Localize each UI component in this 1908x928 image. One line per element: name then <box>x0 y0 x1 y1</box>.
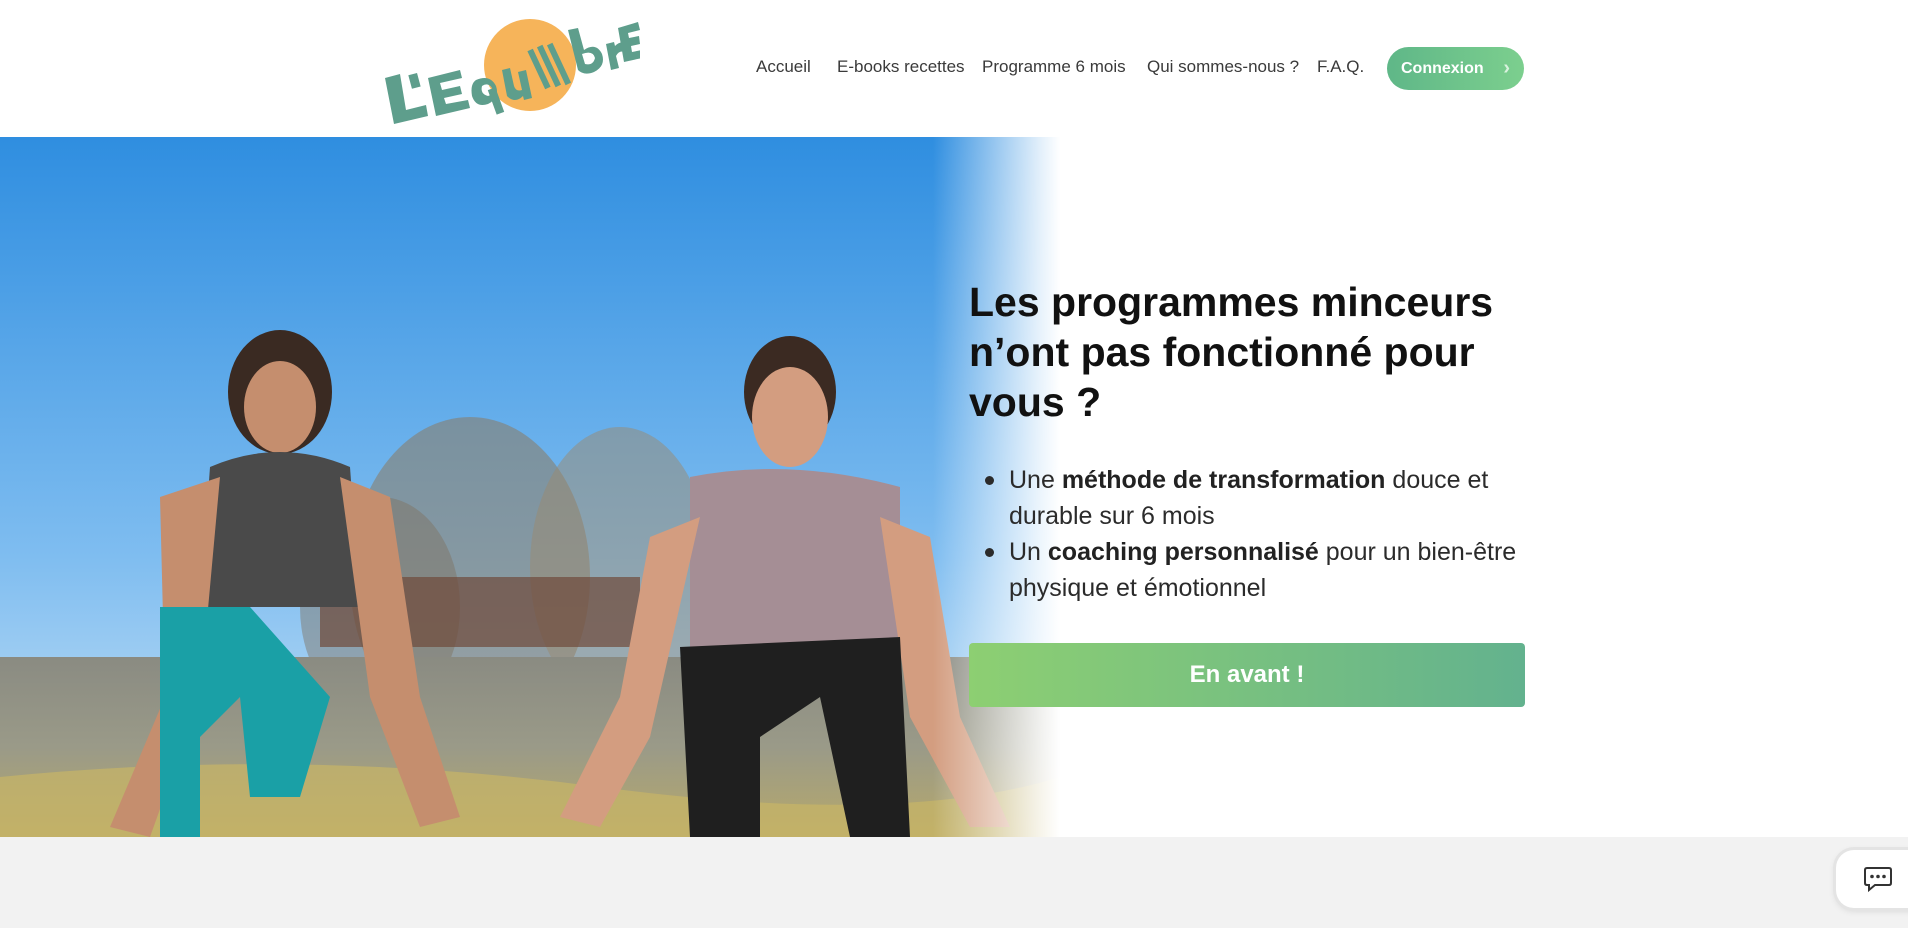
en-avant-button[interactable]: En avant ! <box>969 643 1525 707</box>
site-header: Accueil E-books recettes Programme 6 moi… <box>0 0 1908 137</box>
nav-faq[interactable]: F.A.Q. <box>1317 57 1364 77</box>
connexion-button[interactable]: Connexion › <box>1387 47 1524 90</box>
logo-mark <box>385 19 642 124</box>
lower-section <box>0 837 1908 928</box>
connexion-button-label: Connexion <box>1401 59 1484 77</box>
site-logo[interactable] <box>380 8 642 130</box>
chevron-right-icon: › <box>1503 57 1510 79</box>
en-avant-button-label: En avant ! <box>1189 661 1305 688</box>
nav-ebooks-recettes[interactable]: E-books recettes <box>837 57 965 77</box>
nav-accueil[interactable]: Accueil <box>756 57 811 77</box>
nav-qui-sommes-nous[interactable]: Qui sommes-nous ? <box>1147 57 1299 77</box>
chat-bubble-icon <box>1864 867 1892 893</box>
hero-section: Les programmes minceurs n’ont pas foncti… <box>0 137 1908 837</box>
hero-photo-fade <box>0 137 1060 837</box>
nav-programme-6-mois[interactable]: Programme 6 mois <box>982 57 1126 77</box>
hero-headline: Les programmes minceurs n’ont pas foncti… <box>969 279 1494 425</box>
hero-bullet-1: Une méthode de transformation douce et d… <box>985 462 1529 534</box>
chat-button[interactable] <box>1836 850 1908 908</box>
hero-bullet-list: Une méthode de transformation douce et d… <box>985 462 1529 606</box>
hero-bullet-2: Un coaching personnalisé pour un bien-êt… <box>985 534 1529 606</box>
